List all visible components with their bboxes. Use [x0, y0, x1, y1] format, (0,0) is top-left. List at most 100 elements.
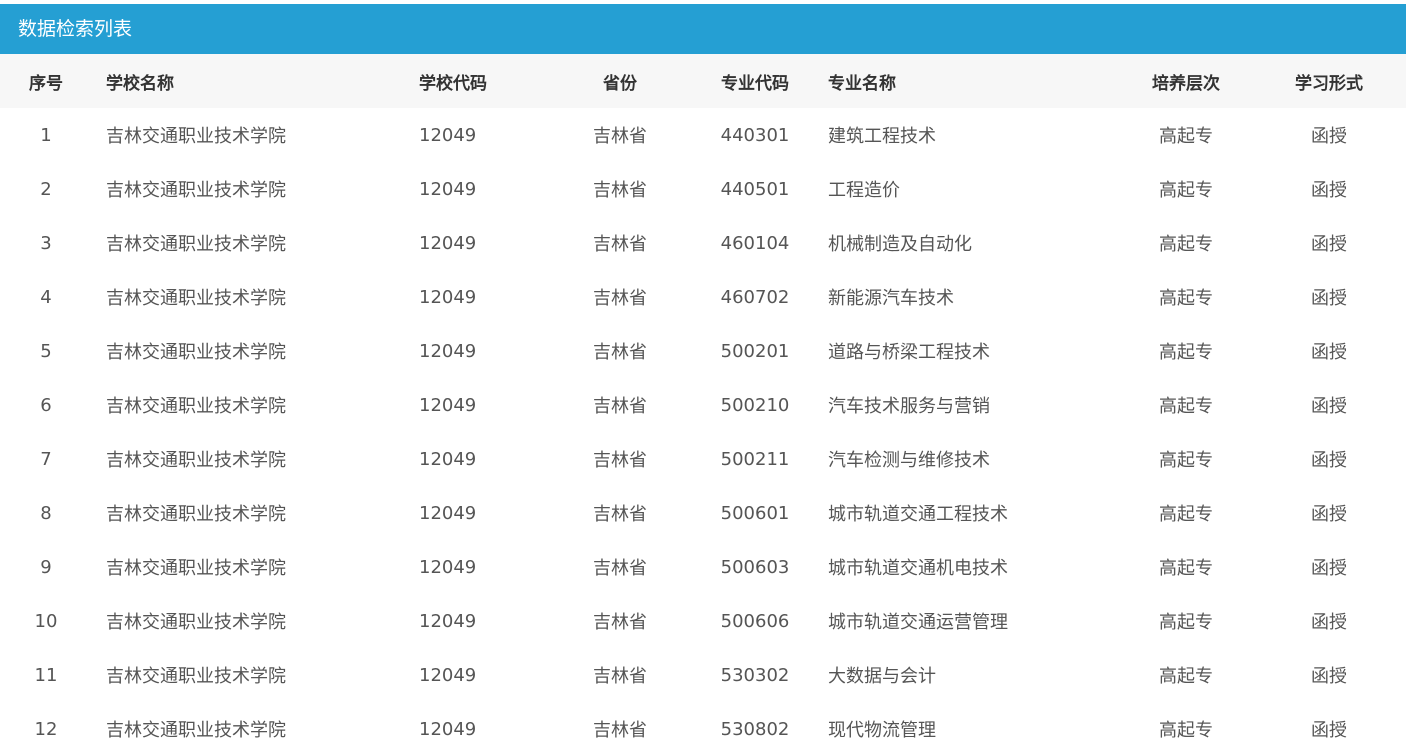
cell-major-name: 新能源汽车技术 [828, 288, 954, 309]
cell-major-code: 530802 [720, 718, 790, 740]
cell-school-code: 12049 [419, 340, 477, 362]
panel-title: 数据检索列表 [0, 4, 1406, 54]
cell-level: 高起专 [1159, 558, 1213, 579]
cell-major-code: 440501 [720, 178, 790, 200]
table-row: 9 吉林交通职业技术学院 12049 吉林省 500603 城市轨道交通机电技术 高起专 函授 [0, 540, 1406, 594]
cell-index: 7 [40, 448, 52, 470]
table-row: 6 吉林交通职业技术学院 12049 吉林省 500210 汽车技术服务与营销 高起专 函授 [0, 378, 1406, 432]
cell-study-mode: 函授 [1311, 288, 1347, 309]
cell-school-code: 12049 [419, 178, 477, 200]
cell-index: 3 [40, 232, 52, 254]
cell-province: 吉林省 [593, 180, 647, 201]
column-header-school-code: 学校代码 [419, 73, 487, 94]
cell-major-code: 500210 [720, 394, 790, 416]
cell-school-code: 12049 [419, 556, 477, 578]
cell-school-name: 吉林交通职业技术学院 [106, 504, 286, 525]
cell-major-code: 440301 [720, 124, 790, 146]
cell-school-name: 吉林交通职业技术学院 [106, 288, 286, 309]
cell-province: 吉林省 [593, 504, 647, 525]
cell-school-name: 吉林交通职业技术学院 [106, 126, 286, 147]
cell-study-mode: 函授 [1311, 342, 1347, 363]
cell-level: 高起专 [1159, 180, 1213, 201]
cell-index: 6 [40, 394, 52, 416]
cell-province: 吉林省 [593, 288, 647, 309]
cell-study-mode: 函授 [1311, 720, 1347, 741]
cell-school-code: 12049 [419, 448, 477, 470]
cell-major-name: 汽车技术服务与营销 [828, 396, 990, 417]
cell-major-name: 城市轨道交通运营管理 [828, 612, 1008, 633]
cell-index: 10 [34, 610, 58, 632]
cell-province: 吉林省 [593, 612, 647, 633]
cell-province: 吉林省 [593, 126, 647, 147]
cell-study-mode: 函授 [1311, 126, 1347, 147]
column-header-province: 省份 [603, 73, 637, 94]
cell-index: 2 [40, 178, 52, 200]
cell-index: 5 [40, 340, 52, 362]
column-header-major-code: 专业代码 [721, 73, 789, 94]
cell-school-name: 吉林交通职业技术学院 [106, 450, 286, 471]
cell-province: 吉林省 [593, 666, 647, 687]
cell-index: 11 [34, 664, 58, 686]
cell-school-code: 12049 [419, 124, 477, 146]
cell-study-mode: 函授 [1311, 612, 1347, 633]
cell-major-code: 500606 [720, 610, 790, 632]
cell-study-mode: 函授 [1311, 234, 1347, 255]
cell-major-code: 460104 [720, 232, 790, 254]
cell-study-mode: 函授 [1311, 450, 1347, 471]
cell-major-code: 500211 [720, 448, 790, 470]
cell-major-code: 460702 [720, 286, 790, 308]
cell-study-mode: 函授 [1311, 396, 1347, 417]
cell-school-code: 12049 [419, 718, 477, 740]
cell-study-mode: 函授 [1311, 558, 1347, 579]
cell-school-name: 吉林交通职业技术学院 [106, 666, 286, 687]
cell-major-code: 500603 [720, 556, 790, 578]
cell-major-name: 工程造价 [828, 180, 900, 201]
cell-school-name: 吉林交通职业技术学院 [106, 234, 286, 255]
column-header-level: 培养层次 [1152, 73, 1220, 94]
cell-level: 高起专 [1159, 288, 1213, 309]
cell-major-name: 大数据与会计 [828, 666, 936, 687]
cell-school-name: 吉林交通职业技术学院 [106, 180, 286, 201]
table-body: 1 吉林交通职业技术学院 12049 吉林省 440301 建筑工程技术 高起专 函授 2 吉林交… [0, 108, 1406, 754]
cell-study-mode: 函授 [1311, 180, 1347, 201]
column-header-study-mode: 学习形式 [1295, 73, 1363, 94]
table-row: 2 吉林交通职业技术学院 12049 吉林省 440501 工程造价 高起专 函授 [0, 162, 1406, 216]
cell-level: 高起专 [1159, 126, 1213, 147]
cell-province: 吉林省 [593, 234, 647, 255]
cell-study-mode: 函授 [1311, 504, 1347, 525]
cell-school-name: 吉林交通职业技术学院 [106, 720, 286, 741]
table-row: 10 吉林交通职业技术学院 12049 吉林省 500606 城市轨道交通运营管理 高起专 函… [0, 594, 1406, 648]
cell-school-code: 12049 [419, 664, 477, 686]
cell-level: 高起专 [1159, 720, 1213, 741]
cell-index: 1 [40, 124, 52, 146]
table-row: 12 吉林交通职业技术学院 12049 吉林省 530802 现代物流管理 高起专 函授 [0, 702, 1406, 754]
table-row: 8 吉林交通职业技术学院 12049 吉林省 500601 城市轨道交通工程技术 高起专 函授 [0, 486, 1406, 540]
cell-major-code: 500201 [720, 340, 790, 362]
column-header-school-name: 学校名称 [106, 73, 174, 94]
cell-level: 高起专 [1159, 450, 1213, 471]
cell-level: 高起专 [1159, 612, 1213, 633]
cell-major-code: 530302 [720, 664, 790, 686]
cell-index: 9 [40, 556, 52, 578]
table-row: 3 吉林交通职业技术学院 12049 吉林省 460104 机械制造及自动化 高起专 函授 [0, 216, 1406, 270]
column-header-index: 序号 [29, 73, 63, 94]
data-search-panel: 数据检索列表 序号 学校名称 学校代码 省份 专业代码 专业名称 培养层次 学习… [0, 4, 1406, 754]
cell-level: 高起专 [1159, 234, 1213, 255]
column-header-major-name: 专业名称 [828, 73, 896, 94]
cell-school-code: 12049 [419, 286, 477, 308]
cell-level: 高起专 [1159, 396, 1213, 417]
cell-level: 高起专 [1159, 342, 1213, 363]
cell-major-name: 机械制造及自动化 [828, 234, 972, 255]
table-header-row: 序号 学校名称 学校代码 省份 专业代码 专业名称 培养层次 学习形式 [0, 54, 1406, 108]
cell-major-name: 城市轨道交通机电技术 [828, 558, 1008, 579]
cell-school-name: 吉林交通职业技术学院 [106, 396, 286, 417]
cell-school-name: 吉林交通职业技术学院 [106, 558, 286, 579]
cell-major-name: 城市轨道交通工程技术 [828, 504, 1008, 525]
cell-school-code: 12049 [419, 610, 477, 632]
cell-index: 4 [40, 286, 52, 308]
cell-level: 高起专 [1159, 504, 1213, 525]
table-row: 4 吉林交通职业技术学院 12049 吉林省 460702 新能源汽车技术 高起专 函授 [0, 270, 1406, 324]
cell-school-code: 12049 [419, 394, 477, 416]
cell-province: 吉林省 [593, 720, 647, 741]
table-row: 1 吉林交通职业技术学院 12049 吉林省 440301 建筑工程技术 高起专 函授 [0, 108, 1406, 162]
